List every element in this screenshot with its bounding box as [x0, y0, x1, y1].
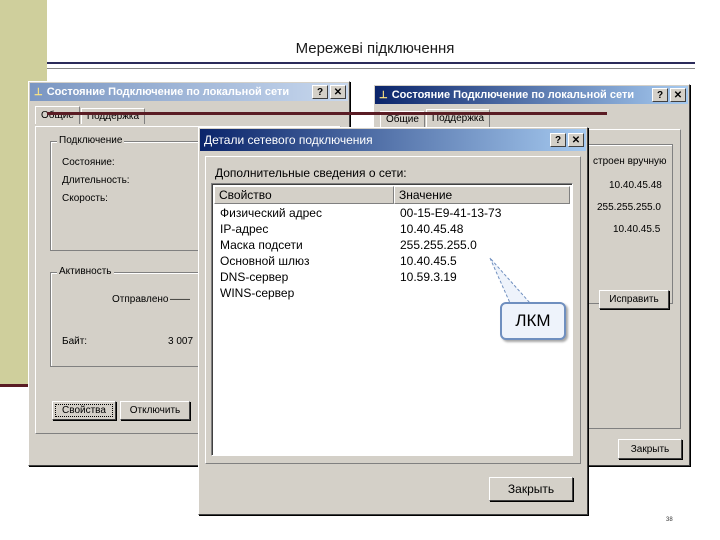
decor-bar: [47, 112, 607, 115]
close-button[interactable]: ✕: [670, 88, 686, 102]
titlebar: Детали сетевого подключения ? ✕: [200, 129, 586, 151]
close-button[interactable]: ✕: [568, 133, 584, 147]
tab-general[interactable]: Общие: [35, 106, 80, 124]
row-value: 10.40.45.48: [400, 222, 464, 236]
table-row[interactable]: IP-адрес 10.40.45.48: [220, 222, 568, 238]
row-value: 00-15-E9-41-13-73: [400, 206, 502, 220]
table-row[interactable]: DNS-сервер 10.59.3.19: [220, 270, 568, 286]
table-row[interactable]: Основной шлюз 10.40.45.5: [220, 254, 568, 270]
page-number: 38: [666, 517, 673, 523]
network-icon: ⊥: [34, 86, 43, 98]
titlebar: ⊥ Состояние Подключение по локальной сет…: [375, 86, 688, 104]
bytes-value: 3 007: [168, 336, 194, 347]
window-title: Детали сетевого подключения: [204, 133, 373, 147]
status-label: Состояние:: [62, 157, 115, 168]
window-title: Состояние Подключение по локальной сети: [391, 89, 635, 101]
row-property: Физический адрес: [220, 206, 322, 220]
properties-button[interactable]: Свойства: [52, 401, 116, 420]
titlebar: ⊥ Состояние Подключение по локальной сет…: [30, 83, 348, 101]
table-row[interactable]: WINS-сервер: [220, 286, 568, 302]
row-property: IP-адрес: [220, 222, 269, 236]
help-button[interactable]: ?: [312, 85, 328, 99]
lkm-callout: ЛКМ: [500, 302, 566, 340]
column-header-value[interactable]: Значение: [394, 186, 570, 204]
tab-support[interactable]: Поддержка: [80, 108, 146, 124]
row-property: Основной шлюз: [220, 254, 310, 268]
help-button[interactable]: ?: [550, 133, 566, 147]
row-property: DNS-сервер: [220, 270, 289, 284]
duration-label: Длительность:: [62, 175, 130, 186]
title-rule: [47, 62, 695, 64]
disable-button[interactable]: Отключить: [120, 401, 190, 420]
row-value: 10.40.45.5: [400, 254, 457, 268]
group-label: Активность: [57, 266, 114, 277]
sent-dash: ——: [170, 294, 190, 305]
details-heading: Дополнительные сведения о сети:: [215, 166, 407, 180]
window-title: Состояние Подключение по локальной сети: [46, 86, 290, 98]
bytes-label: Байт:: [62, 336, 88, 347]
row-value: 10.59.3.19: [400, 270, 457, 284]
close-dialog-button[interactable]: Закрыть: [618, 439, 682, 459]
ip-value: 10.40.45.48: [609, 180, 662, 191]
row-property: WINS-сервер: [220, 286, 295, 300]
row-property: Маска подсети: [220, 238, 303, 252]
repair-button[interactable]: Исправить: [599, 290, 669, 309]
speed-label: Скорость:: [62, 193, 108, 204]
table-row[interactable]: Маска подсети 255.255.255.0: [220, 238, 568, 254]
group-label: Подключение: [57, 135, 125, 146]
manual-label: строен вручную: [593, 156, 667, 167]
network-icon: ⊥: [379, 89, 388, 101]
mask-value: 255.255.255.0: [597, 202, 661, 213]
slide-title: Мережеві підключення: [295, 40, 455, 57]
column-header-property[interactable]: Свойство: [214, 186, 394, 204]
close-button[interactable]: ✕: [330, 85, 346, 99]
gateway-value: 10.40.45.5: [613, 224, 661, 235]
row-value: 255.255.255.0: [400, 238, 477, 252]
list-header: Свойство Значение: [214, 186, 570, 204]
help-button[interactable]: ?: [652, 88, 668, 102]
title-rule-thin: [47, 68, 695, 69]
table-row[interactable]: Физический адрес 00-15-E9-41-13-73: [220, 206, 568, 222]
sent-label: Отправлено: [112, 294, 169, 305]
close-details-button[interactable]: Закрыть: [489, 477, 573, 501]
